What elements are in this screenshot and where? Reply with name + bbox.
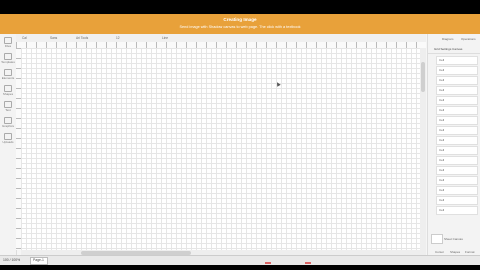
banner-message: Send image with Shadow canvas to web pag… bbox=[179, 25, 301, 29]
zoom-level[interactable]: 100 / 100% bbox=[3, 258, 20, 262]
swatch-label: Sheet Canvas bbox=[444, 237, 463, 241]
upload-icon bbox=[4, 133, 12, 140]
template-icon bbox=[4, 53, 12, 60]
format-panel: Diagram Operations Grid Settings Canvas … bbox=[427, 34, 480, 255]
sidebar-item-elements[interactable]: Elements bbox=[0, 68, 16, 82]
panel-tabs: Diagram Operations bbox=[428, 34, 480, 44]
toolbar-size[interactable]: 12 bbox=[116, 36, 120, 40]
scroll-thumb[interactable] bbox=[421, 62, 425, 92]
toolbar-item[interactable]: Cal bbox=[22, 36, 27, 40]
canvas-color-swatch[interactable] bbox=[431, 234, 443, 244]
text-icon bbox=[4, 101, 12, 108]
panel-row[interactable]: Cell bbox=[436, 76, 478, 85]
banner-title: Creating Image bbox=[223, 17, 257, 22]
sidebar-item-files[interactable]: Files bbox=[0, 36, 16, 50]
page-bar: 100 / 100% Page-1 bbox=[0, 255, 480, 265]
diagram-editor-app: Creating Image Send image with Shadow ca… bbox=[0, 14, 480, 265]
taskbar-indicator bbox=[265, 262, 271, 264]
shapes-icon bbox=[4, 85, 12, 92]
footer-item[interactable]: Shapes bbox=[450, 250, 460, 254]
sidebar-item-text[interactable]: Text bbox=[0, 100, 16, 114]
panel-heading: Grid Settings Canvas bbox=[428, 45, 480, 54]
panel-row[interactable]: Cell bbox=[436, 186, 478, 195]
tab-operations[interactable]: Operations bbox=[461, 37, 476, 41]
sidebar-item-shapes[interactable]: Shapes bbox=[0, 84, 16, 98]
sidebar-item-graphics[interactable]: Graphics bbox=[0, 116, 16, 130]
sidebar-item-templates[interactable]: Templates bbox=[0, 52, 16, 66]
tab-diagram[interactable]: Diagram bbox=[442, 37, 453, 41]
left-sidebar: Files Templates Elements Shapes Text Gra… bbox=[0, 34, 17, 255]
panel-row[interactable]: Cell bbox=[436, 96, 478, 105]
toolbar-line[interactable]: Line bbox=[162, 36, 168, 40]
file-icon bbox=[4, 37, 12, 44]
toolbar-tools[interactable]: Ari Tools bbox=[76, 36, 88, 40]
panel-row[interactable]: Cell bbox=[436, 106, 478, 115]
notification-banner: Creating Image Send image with Shadow ca… bbox=[0, 14, 480, 34]
panel-row[interactable]: Cell bbox=[436, 56, 478, 65]
sidebar-item-uploads[interactable]: Uploads bbox=[0, 132, 16, 146]
panel-row[interactable]: Cell bbox=[436, 156, 478, 165]
graphics-icon bbox=[4, 117, 12, 124]
panel-row[interactable]: Cell bbox=[436, 176, 478, 185]
panel-row[interactable]: Cell bbox=[436, 86, 478, 95]
screen: Creating Image Send image with Shadow ca… bbox=[0, 0, 480, 270]
panel-row[interactable]: Cell bbox=[436, 136, 478, 145]
panel-row[interactable]: Cell bbox=[436, 206, 478, 215]
panel-row[interactable]: Cell bbox=[436, 196, 478, 205]
panel-row[interactable]: Cell bbox=[436, 146, 478, 155]
panel-footer: Cursor Shapes Format bbox=[428, 246, 480, 255]
vertical-scrollbar[interactable] bbox=[420, 48, 426, 250]
footer-item[interactable]: Cursor bbox=[435, 250, 444, 254]
panel-row[interactable]: Cell bbox=[436, 116, 478, 125]
panel-row[interactable]: Cell bbox=[436, 166, 478, 175]
panel-row[interactable]: Cell bbox=[436, 66, 478, 75]
footer-item[interactable]: Format bbox=[465, 250, 475, 254]
tab-page-1[interactable]: Page-1 bbox=[30, 257, 48, 265]
panel-row[interactable]: Cell bbox=[436, 126, 478, 135]
taskbar-indicator bbox=[305, 262, 311, 264]
toolbar-font[interactable]: Sans bbox=[50, 36, 57, 40]
grid-canvas[interactable] bbox=[21, 48, 420, 250]
elements-icon bbox=[4, 69, 12, 76]
